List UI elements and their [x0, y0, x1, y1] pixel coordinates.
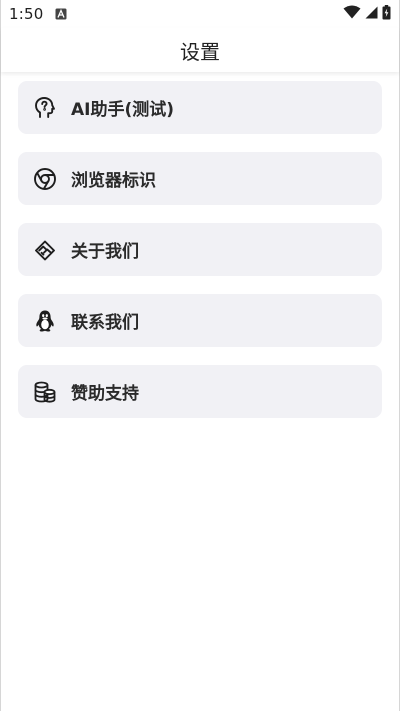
wifi-icon: [343, 5, 361, 23]
menu-item-browser-ua[interactable]: 浏览器标识: [18, 152, 382, 205]
menu-item-label: 关于我们: [71, 242, 139, 262]
status-bar: 1:50: [1, 0, 399, 28]
a-notification-icon: [55, 8, 67, 20]
page-title: 设置: [180, 39, 220, 64]
chrome-icon: [32, 166, 58, 192]
menu-item-label: AI助手(测试): [71, 100, 175, 120]
menu-item-contact-us[interactable]: 联系我们: [18, 294, 382, 347]
coins-icon: [32, 379, 58, 405]
battery-charging-icon: [382, 4, 391, 24]
cell-signal-icon: [365, 5, 378, 23]
penguin-icon: [32, 308, 58, 334]
app-bar: 设置: [1, 28, 399, 72]
status-time: 1:50: [9, 5, 44, 23]
menu-item-label: 赞助支持: [71, 384, 139, 404]
menu-item-sponsor[interactable]: 赞助支持: [18, 365, 382, 418]
ai-head-icon: [32, 95, 58, 121]
settings-list: AI助手(测试) 浏览器标识 关于我们 联系我们 赞助支持: [1, 72, 399, 418]
menu-item-label: 联系我们: [71, 313, 139, 333]
menu-item-about-us[interactable]: 关于我们: [18, 223, 382, 276]
diamond-handshake-icon: [32, 237, 58, 263]
settings-screen: 1:50 设置 AI助手(测试) 浏览器标识 关于我们 联系我们 赞助支持: [0, 0, 400, 711]
status-icons: [343, 4, 391, 24]
menu-item-ai-assistant[interactable]: AI助手(测试): [18, 81, 382, 134]
menu-item-label: 浏览器标识: [71, 171, 156, 191]
